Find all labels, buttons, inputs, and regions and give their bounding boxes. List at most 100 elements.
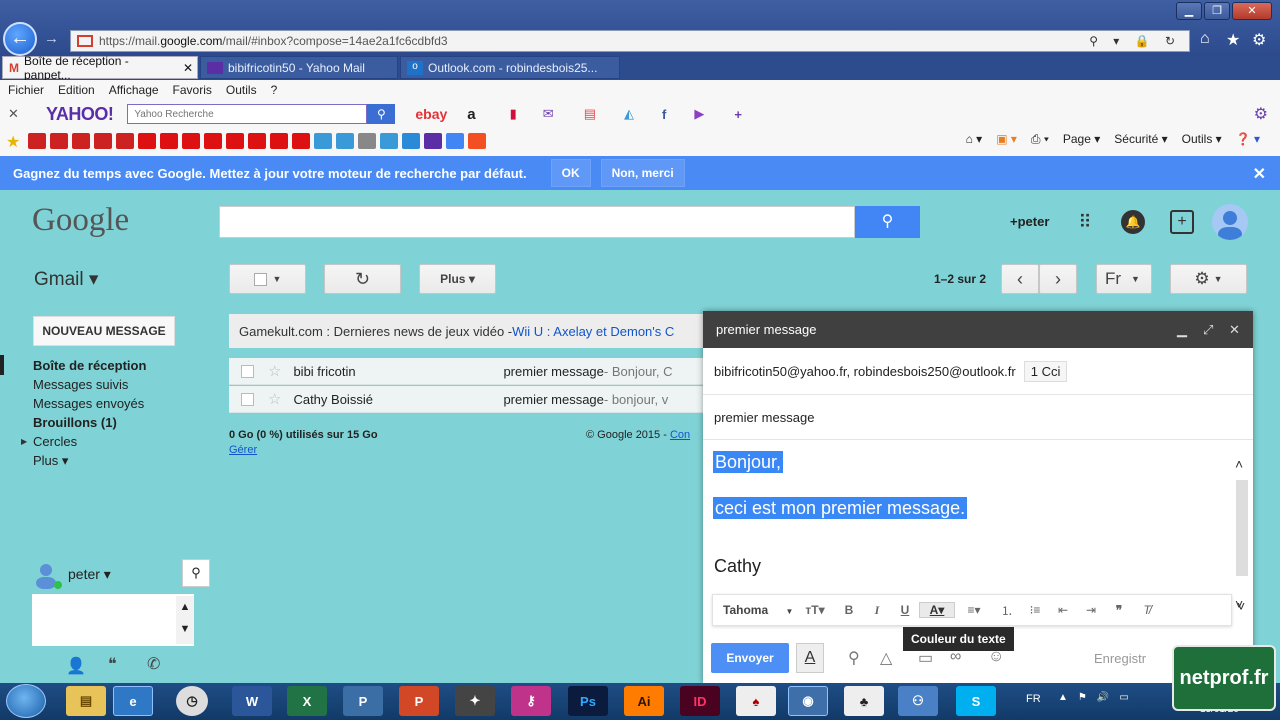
google-logo[interactable]: Google [32,202,129,239]
add-icon[interactable]: + [734,107,742,122]
drive-icon[interactable]: △ [880,648,892,668]
internet-explorer-icon[interactable]: e [113,686,153,716]
row-checkbox[interactable] [241,392,254,406]
subject-field[interactable]: premier message [703,395,1253,440]
promo-row[interactable]: Gamekult.com : Dernieres news de jeux vi… [229,314,709,348]
settings-gear-icon[interactable]: ⚙ [1252,30,1266,50]
cci-chip[interactable]: 1 Cci [1023,360,1068,382]
language-indicator[interactable]: FR [1026,693,1041,705]
expand-icon[interactable]: ⤢ [1203,322,1213,338]
chrome-icon[interactable]: ◉ [788,686,828,716]
yahoo-search-input[interactable] [127,104,368,124]
tools-menu[interactable]: Outils ▾ [1182,132,1222,147]
clear-format-icon[interactable]: T̸ [1133,603,1161,617]
next-page-button[interactable]: › [1039,264,1077,294]
tab-gmail[interactable]: M Boîte de réception - panpet... ✕ [2,54,198,82]
page-menu[interactable]: Page ▾ [1063,132,1100,147]
font-select[interactable]: Tahoma ▼ [713,603,795,617]
attach-icon[interactable]: ⚲ [848,648,860,668]
youtube-icon[interactable] [270,132,289,149]
chevron-down-icon[interactable]: ˅ [1237,598,1245,614]
bullet-list-icon[interactable]: ⁝≡ [1021,603,1049,617]
ie-favorite-icon[interactable] [336,132,355,149]
body-line-1[interactable]: Bonjour, [713,451,784,473]
close-icon[interactable]: ✕ [1229,322,1240,338]
users-icon[interactable]: ⚇ [898,686,938,716]
contacts-person-icon[interactable]: 👤 [66,656,86,676]
sidebar-item-inbox[interactable]: Boîte de réception [33,358,146,373]
select-checkbox-button[interactable]: ▼ [229,264,306,294]
solitaire-icon[interactable]: ♣ [844,686,884,716]
app-icon[interactable]: ✦ [455,686,495,716]
favorite-icon[interactable] [50,132,69,149]
sidebar-item-circles[interactable]: Cercles [33,434,77,449]
tab-outlook[interactable]: o Outlook.com - robindesbois25... [400,56,620,79]
clock-icon[interactable]: ◷ [176,686,208,716]
sidebar-item-drafts[interactable]: Brouillons (1) [33,415,117,430]
search-icon[interactable]: ⚲ [182,559,210,587]
menu-outils[interactable]: Outils [226,83,257,97]
google-icon[interactable] [446,132,465,149]
cards-icon[interactable]: ♠ [736,686,776,716]
ie-favorite-icon[interactable] [314,132,333,149]
tab-yahoo[interactable]: bibifricotin50 - Yahoo Mail [200,56,398,79]
favorites-star-icon[interactable]: ★ [6,132,20,152]
banner-close-icon[interactable]: ✕ [1253,164,1266,184]
phone-icon[interactable]: ✆ [147,654,160,674]
send-button[interactable]: Envoyer [711,643,789,673]
formatting-options-icon[interactable]: A [796,643,824,673]
sidebar-item-more[interactable]: Plus ▾ [33,453,68,469]
youtube-icon[interactable] [226,132,245,149]
table-row[interactable]: ☆ bibi fricotin premier message - Bonjou… [229,358,709,385]
recipients-field[interactable]: bibifricotin50@yahoo.fr, robindesbois250… [703,348,1253,395]
photo-icon[interactable]: ▭ [918,648,933,668]
notifications-bell-icon[interactable]: 🔔 [1121,210,1145,234]
banner-ok-button[interactable]: OK [550,159,591,187]
home-icon[interactable]: ⌂ [1200,30,1210,48]
star-icon[interactable]: ☆ [268,362,281,380]
gmail-label-dropdown[interactable]: Gmail ▾ [34,268,98,291]
row-checkbox[interactable] [241,364,254,378]
minimize-icon[interactable]: ▁ [1177,322,1187,338]
quote-icon[interactable]: ❞ [1105,603,1133,617]
ie-favorite-icon[interactable] [380,132,399,149]
indent-more-icon[interactable]: ⇥ [1077,603,1105,617]
video-icon[interactable]: ▶ [694,106,704,122]
photoshop-icon[interactable]: Ps [568,686,608,716]
youtube-icon[interactable] [138,132,157,149]
tray-icons[interactable]: ▲⚑🔊▭ [1058,692,1139,703]
link-icon[interactable]: ∞ [950,648,961,666]
underline-icon[interactable]: U [891,603,919,617]
apps-grid-icon[interactable]: ⠿ [1073,210,1097,234]
favorite-icon[interactable] [28,132,47,149]
sidebar-item-sent[interactable]: Messages envoyés [33,396,144,411]
youtube-icon[interactable] [182,132,201,149]
table-row[interactable]: ☆ Cathy Boissié premier message - bonjou… [229,386,709,413]
home-icon[interactable]: ⌂ ▾ [966,132,983,147]
facebook-icon[interactable]: f [662,107,666,122]
body-line-2[interactable]: ceci est mon premier message. [713,497,968,519]
skype-icon[interactable]: S [956,686,996,716]
windows-icon[interactable] [468,132,487,149]
search-icon[interactable]: ⚲ [855,206,920,238]
promo-link[interactable]: Wii U : Axelay et Demon's C [512,324,674,339]
youtube-icon[interactable] [248,132,267,149]
menu-help[interactable]: ? [271,83,278,97]
word-icon[interactable]: W [232,686,272,716]
favorite-icon[interactable] [94,132,113,149]
indesign-icon[interactable]: ID [680,686,720,716]
indent-less-icon[interactable]: ⇤ [1049,603,1077,617]
align-icon[interactable]: ≡▾ [955,603,993,617]
compose-header[interactable]: premier message [703,311,1253,348]
youtube-icon[interactable] [160,132,179,149]
security-menu[interactable]: Sécurité ▾ [1114,132,1167,147]
keys-icon[interactable]: ⚷ [511,686,551,716]
yahoo-settings-icon[interactable]: ⚙ [1254,104,1268,124]
excel-icon[interactable]: X [287,686,327,716]
italic-icon[interactable]: I [863,603,891,618]
feed-icon[interactable]: ▣ ▾ [996,132,1017,147]
star-icon[interactable]: ☆ [268,390,281,408]
banner-no-button[interactable]: Non, merci [600,159,685,187]
favorites-star-icon[interactable]: ★ [1226,30,1240,50]
ebay-link[interactable]: ebay [415,106,447,122]
